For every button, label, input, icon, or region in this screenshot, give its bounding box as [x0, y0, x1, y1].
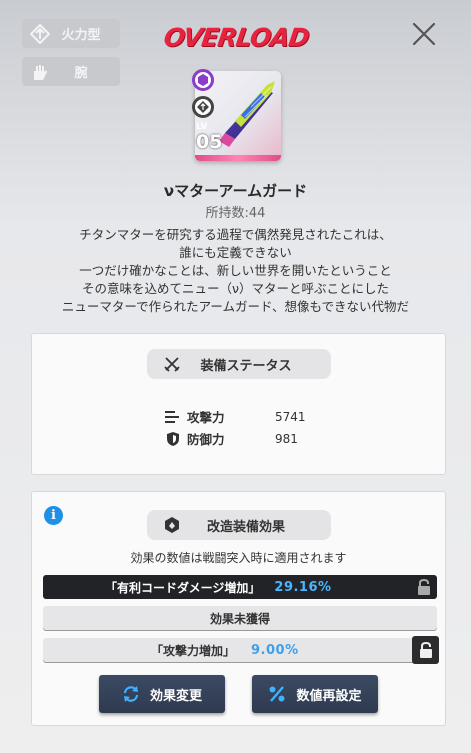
close-icon: [412, 22, 436, 46]
lock-icon[interactable]: [413, 575, 435, 599]
equipment-status-header: 装備ステータス: [147, 349, 331, 379]
refresh-icon: [122, 685, 140, 703]
reset-values-label: 数値再設定: [296, 688, 362, 704]
close-button[interactable]: [410, 20, 438, 48]
type-badge: [192, 96, 214, 118]
arm-slot-chip: 腕: [22, 57, 120, 86]
rarity-glow: [195, 155, 281, 161]
attack-icon: [165, 410, 181, 424]
description-line: チタンマターを研究する過程で偶然発見されたこれは、: [79, 227, 392, 242]
effect-value: 9.00%: [251, 642, 299, 658]
crossed-swords-icon: [161, 353, 183, 375]
equipment-status-panel: 装備ステータス 攻撃力 5741 防御力 981: [31, 333, 446, 475]
modified-equipment-effects-panel: i 改造装備効果 効果の数値は戦闘突入時に適用されます 「有利コードダメージ増加…: [31, 491, 446, 726]
firepower-type-label: 火力型: [61, 28, 101, 43]
rarity-badge: [192, 69, 214, 91]
defense-value: 981: [275, 431, 298, 446]
description-line: その意味を込めてニュー（ν）マターと呼ぶことにした: [82, 281, 389, 296]
effect-row-not-acquired: 効果未獲得: [43, 606, 437, 630]
firepower-type-icon: [28, 22, 52, 46]
item-name: νマターアームガード: [163, 182, 308, 200]
change-effect-button[interactable]: 効果変更: [99, 675, 225, 713]
info-icon[interactable]: i: [44, 506, 63, 525]
arm-slot-label: 腕: [74, 66, 88, 81]
level-number: 05: [196, 131, 223, 153]
effects-note: 効果の数値は戦闘突入時に適用されます: [130, 551, 347, 565]
effect-row-attack-increase[interactable]: 「攻撃力増加」 9.00%: [43, 636, 439, 664]
change-effect-label: 効果変更: [149, 688, 202, 704]
item-description: チタンマターを研究する過程で偶然発見されたこれは、 誰にも定義できない 一つだけ…: [0, 226, 471, 316]
firepower-type-chip: 火力型: [22, 19, 120, 48]
equipment-status-title: 装備ステータス: [200, 358, 292, 374]
percent-icon: [268, 685, 286, 703]
logo-text: OVERLOAD: [161, 22, 311, 52]
effect-label: 「攻撃力増加」: [151, 643, 236, 658]
overload-logo: OVERLOAD: [162, 20, 311, 54]
owned-count: 所持数:44: [205, 206, 266, 221]
reset-values-button[interactable]: 数値再設定: [252, 675, 378, 713]
defense-stat: 防御力 981: [165, 429, 298, 448]
effects-header: 改造装備効果: [147, 510, 331, 540]
description-line: 一つだけ確かなことは、新しい世界を開いたということ: [79, 263, 392, 278]
effect-value: 29.16%: [274, 579, 332, 595]
description-line: ニューマターで作られたアームガード、想像もできない代物だ: [61, 299, 410, 314]
arm-icon: [28, 60, 52, 84]
rarity-hex-icon: [198, 74, 208, 86]
attack-label: 攻撃力: [187, 410, 225, 425]
defense-label: 防御力: [187, 432, 225, 447]
attack-value: 5741: [275, 409, 306, 424]
effects-title: 改造装備効果: [206, 519, 285, 535]
firepower-badge-icon: [197, 101, 209, 113]
attack-stat: 攻撃力 5741: [165, 407, 306, 426]
effect-not-acquired-label: 効果未獲得: [209, 611, 270, 626]
effect-row-code-damage[interactable]: 「有利コードダメージ増加」 29.16%: [43, 575, 437, 599]
description-line: 誰にも定義できない: [179, 245, 292, 260]
shield-icon: [165, 431, 181, 446]
modification-icon: [161, 514, 183, 536]
lock-icon[interactable]: [412, 636, 439, 664]
effect-label: 「有利コードダメージ増加」: [105, 580, 261, 595]
